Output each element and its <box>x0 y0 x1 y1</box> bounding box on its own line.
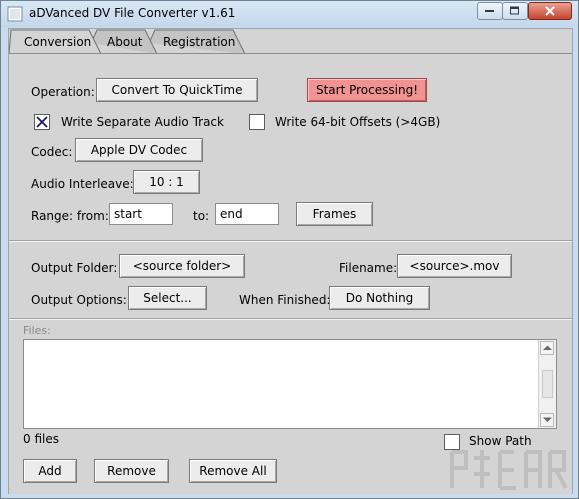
scroll-down-button[interactable] <box>540 413 554 427</box>
range-from-label: Range: from: <box>31 209 109 223</box>
tab-shapes <box>9 29 246 55</box>
separator-1 <box>9 240 572 242</box>
when-finished-label: When Finished: <box>239 293 331 307</box>
client-area: Conversion About Registration Operation:… <box>8 28 573 494</box>
separator-2 <box>9 318 572 320</box>
range-to-label: to: <box>193 209 210 223</box>
window-title: aDVanced DV File Converter v1.61 <box>29 6 236 20</box>
minimize-button[interactable] <box>477 2 503 20</box>
maximize-button[interactable] <box>502 2 528 20</box>
output-folder-label: Output Folder: <box>31 261 118 275</box>
remove-all-button[interactable]: Remove All <box>189 459 277 483</box>
title-bar[interactable]: aDVanced DV File Converter v1.61 <box>1 1 578 27</box>
output-options-label: Output Options: <box>31 293 127 307</box>
tab-registration[interactable]: Registration <box>163 35 235 49</box>
watermark-logo <box>450 450 568 490</box>
conversion-panel: Operation: Convert To QuickTime Start Pr… <box>9 53 572 494</box>
filename-label: Filename: <box>339 261 398 275</box>
start-processing-button[interactable]: Start Processing! <box>307 78 427 102</box>
app-icon <box>7 6 23 22</box>
tab-strip: Conversion About Registration <box>9 29 572 55</box>
tab-conversion[interactable]: Conversion <box>24 35 91 49</box>
interleave-button[interactable]: 10 : 1 <box>133 170 200 194</box>
maximize-icon <box>510 6 519 15</box>
write-64bit-checkbox[interactable] <box>249 114 265 130</box>
interleave-label: Audio Interleave: <box>31 177 134 191</box>
files-label: Files: <box>23 324 51 337</box>
frames-button[interactable]: Frames <box>296 202 373 226</box>
filename-button[interactable]: <source>.mov <box>397 254 512 278</box>
write-64bit-label: Write 64-bit Offsets (>4GB) <box>275 115 441 129</box>
scroll-up-button[interactable] <box>540 341 554 355</box>
range-from-input[interactable]: start <box>109 203 173 225</box>
add-button[interactable]: Add <box>23 459 77 483</box>
checkmark-x-icon <box>36 116 48 128</box>
minimize-icon <box>485 10 494 12</box>
arrow-up-icon <box>543 345 552 350</box>
remove-button[interactable]: Remove <box>94 459 169 483</box>
files-listbox[interactable] <box>23 339 557 429</box>
write-audio-label: Write Separate Audio Track <box>61 115 224 129</box>
codec-label: Codec: <box>31 145 73 159</box>
write-audio-checkbox[interactable] <box>34 114 50 130</box>
tab-about[interactable]: About <box>107 35 142 49</box>
output-options-button[interactable]: Select... <box>128 286 207 310</box>
codec-button[interactable]: Apple DV Codec <box>75 138 203 162</box>
files-scrollbar[interactable] <box>538 340 556 428</box>
file-count: 0 files <box>23 432 59 446</box>
app-window: aDVanced DV File Converter v1.61 Convers… <box>0 0 579 499</box>
operation-button[interactable]: Convert To QuickTime <box>96 78 258 102</box>
range-to-input[interactable]: end <box>215 203 279 225</box>
arrow-down-icon <box>543 417 552 422</box>
close-button[interactable] <box>528 2 572 20</box>
close-icon <box>545 6 555 16</box>
when-finished-button[interactable]: Do Nothing <box>329 286 430 310</box>
operation-label: Operation: <box>31 85 95 99</box>
output-folder-button[interactable]: <source folder> <box>119 254 245 278</box>
scroll-thumb[interactable] <box>542 370 553 398</box>
